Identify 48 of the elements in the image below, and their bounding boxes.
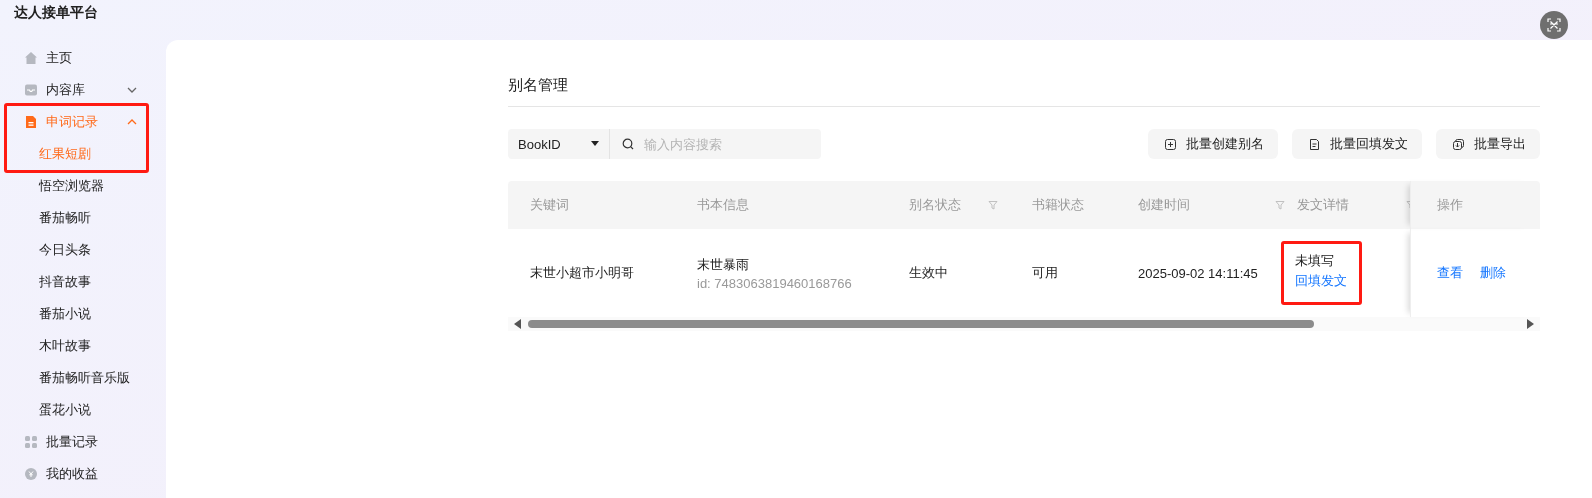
refill-post-link[interactable]: 回填发文 [1295, 272, 1347, 290]
column-header: 创建时间 [1138, 196, 1190, 214]
column-header: 书籍状态 [1032, 196, 1084, 214]
row-action-link[interactable]: 查看 [1437, 264, 1463, 282]
toolbar-button[interactable]: 批量导出 [1436, 129, 1540, 159]
toolbar-button[interactable]: 批量创建别名 [1148, 129, 1278, 159]
sidebar-item[interactable]: 主页 [0, 42, 166, 74]
sidebar-subitem[interactable]: 悟空浏览器 [0, 170, 166, 202]
field-type-select[interactable]: BookID [508, 129, 610, 159]
home-icon [24, 51, 38, 65]
sidebar-item[interactable]: 我的收益 [0, 458, 166, 490]
table-cell: 生效中 [909, 264, 948, 282]
book-id: id: 7483063819460168766 [697, 275, 852, 291]
sidebar-item[interactable]: 批量记录 [0, 426, 166, 458]
document-icon [24, 115, 38, 129]
post-status: 未填写 [1295, 252, 1335, 270]
grid-icon [24, 435, 38, 449]
app-title: 达人接单平台 [14, 4, 98, 22]
column-header: 书本信息 [697, 196, 749, 214]
sidebar-subitem[interactable]: 蛋花小说 [0, 394, 166, 426]
coin-icon [24, 467, 38, 481]
column-header: 别名状态 [909, 196, 961, 214]
sidebar-subitem[interactable]: 番茄畅听音乐版 [0, 362, 166, 394]
column-header: 发文详情 [1297, 196, 1349, 214]
export-icon [1452, 137, 1465, 151]
search-icon [622, 138, 634, 150]
sidebar-item[interactable]: 内容库 [0, 74, 166, 106]
sidebar-subitem[interactable]: 抖音故事 [0, 266, 166, 298]
plus-square-icon [1164, 137, 1177, 151]
table-cell: 末世小超市小明哥 [530, 264, 634, 282]
page-title: 别名管理 [508, 40, 1540, 107]
row-action-link[interactable]: 删除 [1480, 264, 1506, 282]
sidebar-subitem[interactable]: 木叶故事 [0, 330, 166, 362]
document-icon [1308, 137, 1321, 151]
column-header: 关键词 [530, 196, 569, 214]
dropdown-caret-icon [591, 141, 599, 147]
book-title: 末世暴雨 [697, 255, 750, 274]
inbox-icon [24, 83, 38, 97]
column-header: 操作 [1437, 196, 1463, 214]
table-cell: 可用 [1032, 264, 1058, 282]
sidebar-subitem[interactable]: 番茄畅听 [0, 202, 166, 234]
sidebar-subitem[interactable]: 番茄小说 [0, 298, 166, 330]
sidebar-subitem[interactable]: 今日头条 [0, 234, 166, 266]
table-cell: 2025-09-02 14:11:45 [1138, 265, 1258, 281]
scroll-left-icon [514, 319, 522, 329]
toolbar-button[interactable]: 批量回填发文 [1292, 129, 1422, 159]
search-field[interactable]: BookID 输入内容搜索 [508, 129, 821, 159]
scroll-right-icon [1526, 319, 1534, 329]
